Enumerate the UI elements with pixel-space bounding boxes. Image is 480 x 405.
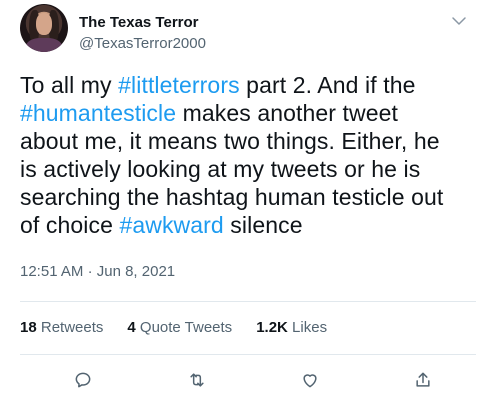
retweets-label: Retweets [40, 319, 104, 336]
tweet-stats: 18 Retweets 4 Quote Tweets 1.2K Likes [20, 319, 351, 336]
tweet-text-segment: silence [223, 212, 303, 238]
likes-label: Likes [292, 319, 328, 336]
divider [20, 301, 476, 302]
reply-icon [75, 372, 91, 388]
tweet-actions [0, 362, 480, 398]
share-button[interactable] [409, 366, 437, 394]
tweet-time[interactable]: 12:51 AM [20, 263, 83, 280]
avatar[interactable] [20, 4, 68, 52]
like-button[interactable] [296, 366, 324, 394]
tweet-header: The Texas Terror @TexasTerror2000 [20, 4, 476, 60]
author-handle[interactable]: @TexasTerror2000 [79, 35, 206, 53]
likes-stat[interactable]: 1.2K Likes [256, 319, 327, 336]
chevron-down-icon[interactable] [450, 12, 468, 30]
avatar-shoulders [26, 38, 62, 52]
heart-icon [303, 374, 317, 388]
share-icon [416, 372, 430, 387]
divider [20, 354, 476, 355]
timestamp-separator: · [87, 263, 93, 280]
tweet-text-segment: about me, it means two things. Either, h… [20, 128, 440, 154]
tweet-text-line: is actively looking at my tweets or he i… [20, 155, 472, 183]
tweet-text-segment: part 2. And if the [239, 72, 416, 98]
hashtag-link[interactable]: #humantesticle [20, 100, 176, 126]
tweet-text-line: To all my #littleterrors part 2. And if … [20, 71, 472, 99]
quote-tweets-count: 4 [127, 319, 136, 336]
tweet-text-line: searching the hashtag human testicle out [20, 183, 472, 211]
retweet-button[interactable] [183, 366, 211, 394]
tweet-text-segment: searching the hashtag human testicle out [20, 184, 444, 210]
avatar-face [36, 13, 52, 35]
tweet-timestamp: 12:51 AM · Jun 8, 2021 [20, 263, 175, 280]
tweet-text: To all my #littleterrors part 2. And if … [20, 71, 472, 239]
tweet-date[interactable]: Jun 8, 2021 [97, 263, 175, 280]
reply-button[interactable] [69, 366, 97, 394]
hashtag-link[interactable]: #awkward [119, 212, 223, 238]
author-names: The Texas Terror @TexasTerror2000 [79, 14, 206, 53]
tweet-text-segment: To all my [20, 72, 119, 98]
tweet-text-line: of choice #awkward silence [20, 211, 472, 239]
tweet-text-segment: makes another tweet [176, 100, 399, 126]
author-display-name[interactable]: The Texas Terror [79, 14, 206, 32]
hashtag-link[interactable]: #littleterrors [118, 72, 240, 98]
likes-count: 1.2K [256, 319, 288, 336]
retweets-count: 18 [20, 319, 37, 336]
quote-tweets-stat[interactable]: 4 Quote Tweets [127, 319, 232, 336]
tweet-text-segment: is actively looking at my tweets or he i… [20, 156, 421, 182]
quote-tweets-label: Quote Tweets [139, 319, 233, 336]
tweet-text-line: about me, it means two things. Either, h… [20, 127, 472, 155]
retweets-stat[interactable]: 18 Retweets [20, 319, 103, 336]
tweet-text-line: #humantesticle makes another tweet [20, 99, 472, 127]
retweet-icon [190, 373, 204, 387]
tweet-text-segment: of choice [20, 212, 120, 238]
